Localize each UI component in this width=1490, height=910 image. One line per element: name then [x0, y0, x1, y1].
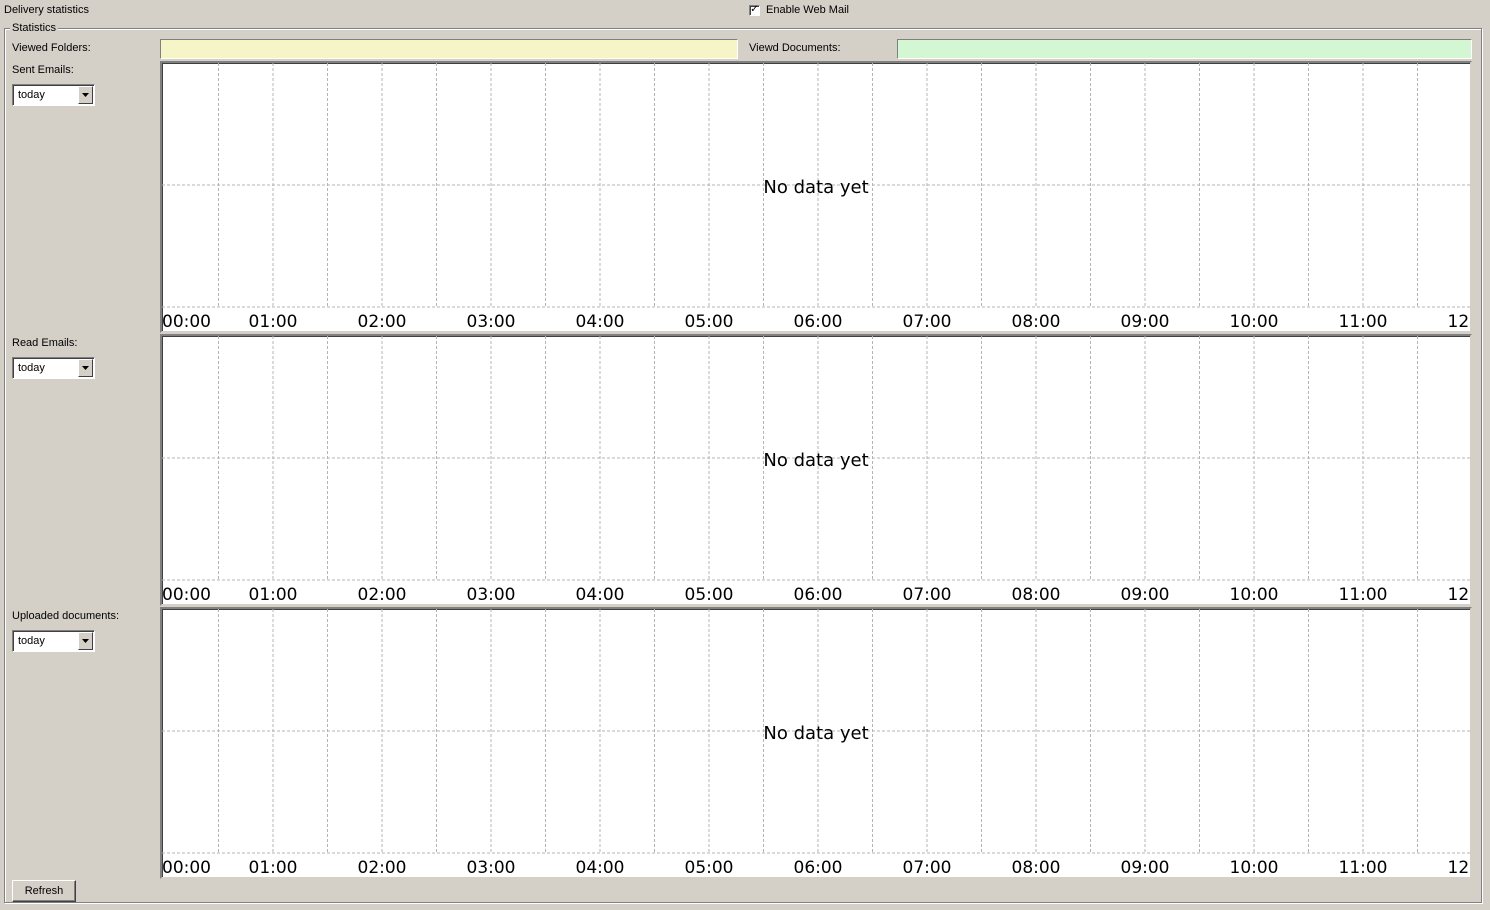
x-tick-label: 00:00 [162, 585, 211, 605]
x-tick-label: 10:00 [1230, 858, 1279, 878]
sent-emails-chart-canvas: 00:00 01:00 02:00 03:00 04:00 05:00 06:00 07:00… [162, 63, 1473, 332]
x-tick-label: 08:00 [1012, 312, 1061, 332]
x-tick-label: 05:00 [685, 858, 734, 878]
sent-emails-period-select[interactable]: today [12, 84, 95, 106]
x-tick-label: 05:00 [685, 312, 734, 332]
x-tick-label: 02:00 [358, 858, 407, 878]
x-tick-label: 12:00 [1448, 858, 1473, 878]
x-tick-label: 02:00 [358, 585, 407, 605]
x-tick-label: 03:00 [467, 858, 516, 878]
sent-emails-chart: 00:00 01:00 02:00 03:00 04:00 05:00 06:00 07:00… [160, 61, 1472, 333]
sent-emails-no-data: No data yet [763, 177, 869, 198]
x-tick-label: 03:00 [467, 585, 516, 605]
checkmark-icon[interactable]: ✓ [749, 4, 760, 16]
x-tick-label: 06:00 [794, 858, 843, 878]
viewed-folders-bar [160, 39, 738, 59]
x-tick-label: 10:00 [1230, 312, 1279, 332]
uploaded-documents-period-value: today [18, 635, 45, 647]
x-tick-label: 08:00 [1012, 858, 1061, 878]
x-tick-label: 04:00 [576, 858, 625, 878]
chevron-down-icon[interactable] [78, 86, 93, 104]
x-tick-label: 07:00 [903, 858, 952, 878]
refresh-button[interactable]: Refresh [12, 880, 76, 902]
enable-web-mail-label: Enable Web Mail [766, 4, 849, 16]
x-tick-label: 11:00 [1339, 312, 1388, 332]
read-emails-no-data: No data yet [763, 450, 869, 471]
x-tick-label: 00:00 [162, 858, 211, 878]
x-tick-label: 09:00 [1121, 585, 1170, 605]
uploaded-documents-chart-canvas: 00:00 01:00 02:00 03:00 04:00 05:00 06:00 07:00… [162, 609, 1473, 878]
uploaded-documents-period-select[interactable]: today [12, 630, 95, 652]
x-tick-label: 01:00 [249, 585, 298, 605]
x-tick-label: 12:00 [1448, 585, 1473, 605]
sent-emails-period-value: today [18, 89, 45, 101]
x-tick-label: 09:00 [1121, 858, 1170, 878]
x-tick-label: 05:00 [685, 585, 734, 605]
sent-emails-label: Sent Emails: [12, 64, 74, 76]
read-emails-period-value: today [18, 362, 45, 374]
uploaded-documents-chart: 00:00 01:00 02:00 03:00 04:00 05:00 06:00 07:00… [160, 607, 1472, 879]
uploaded-documents-no-data: No data yet [763, 723, 869, 744]
enable-web-mail-checkbox[interactable]: ✓ Enable Web Mail [749, 4, 849, 16]
read-emails-period-select[interactable]: today [12, 357, 95, 379]
x-tick-label: 08:00 [1012, 585, 1061, 605]
x-tick-label: 01:00 [249, 312, 298, 332]
x-tick-label: 10:00 [1230, 585, 1279, 605]
x-tick-label: 11:00 [1339, 585, 1388, 605]
x-tick-label: 12:00 [1448, 312, 1473, 332]
viewed-documents-label: Viewd Documents: [749, 42, 841, 54]
viewed-folders-label: Viewed Folders: [12, 42, 91, 54]
x-tick-label: 06:00 [794, 585, 843, 605]
x-tick-label: 03:00 [467, 312, 516, 332]
x-tick-label: 00:00 [162, 312, 211, 332]
chevron-down-icon[interactable] [78, 632, 93, 650]
x-tick-label: 04:00 [576, 312, 625, 332]
x-tick-label: 11:00 [1339, 858, 1388, 878]
read-emails-chart-canvas: 00:00 01:00 02:00 03:00 04:00 05:00 06:00 07:00… [162, 336, 1473, 605]
x-tick-label: 06:00 [794, 312, 843, 332]
viewed-documents-bar [897, 39, 1472, 59]
x-tick-label: 04:00 [576, 585, 625, 605]
x-tick-label: 09:00 [1121, 312, 1170, 332]
x-tick-label: 02:00 [358, 312, 407, 332]
uploaded-documents-label: Uploaded documents: [12, 610, 120, 622]
x-tick-label: 07:00 [903, 585, 952, 605]
chevron-down-icon[interactable] [78, 359, 93, 377]
window-title: Delivery statistics [4, 4, 89, 16]
statistics-group-title: Statistics [10, 22, 59, 34]
x-tick-label: 01:00 [249, 858, 298, 878]
read-emails-chart: 00:00 01:00 02:00 03:00 04:00 05:00 06:00 07:00… [160, 334, 1472, 606]
x-tick-label: 07:00 [903, 312, 952, 332]
read-emails-label: Read Emails: [12, 337, 78, 349]
